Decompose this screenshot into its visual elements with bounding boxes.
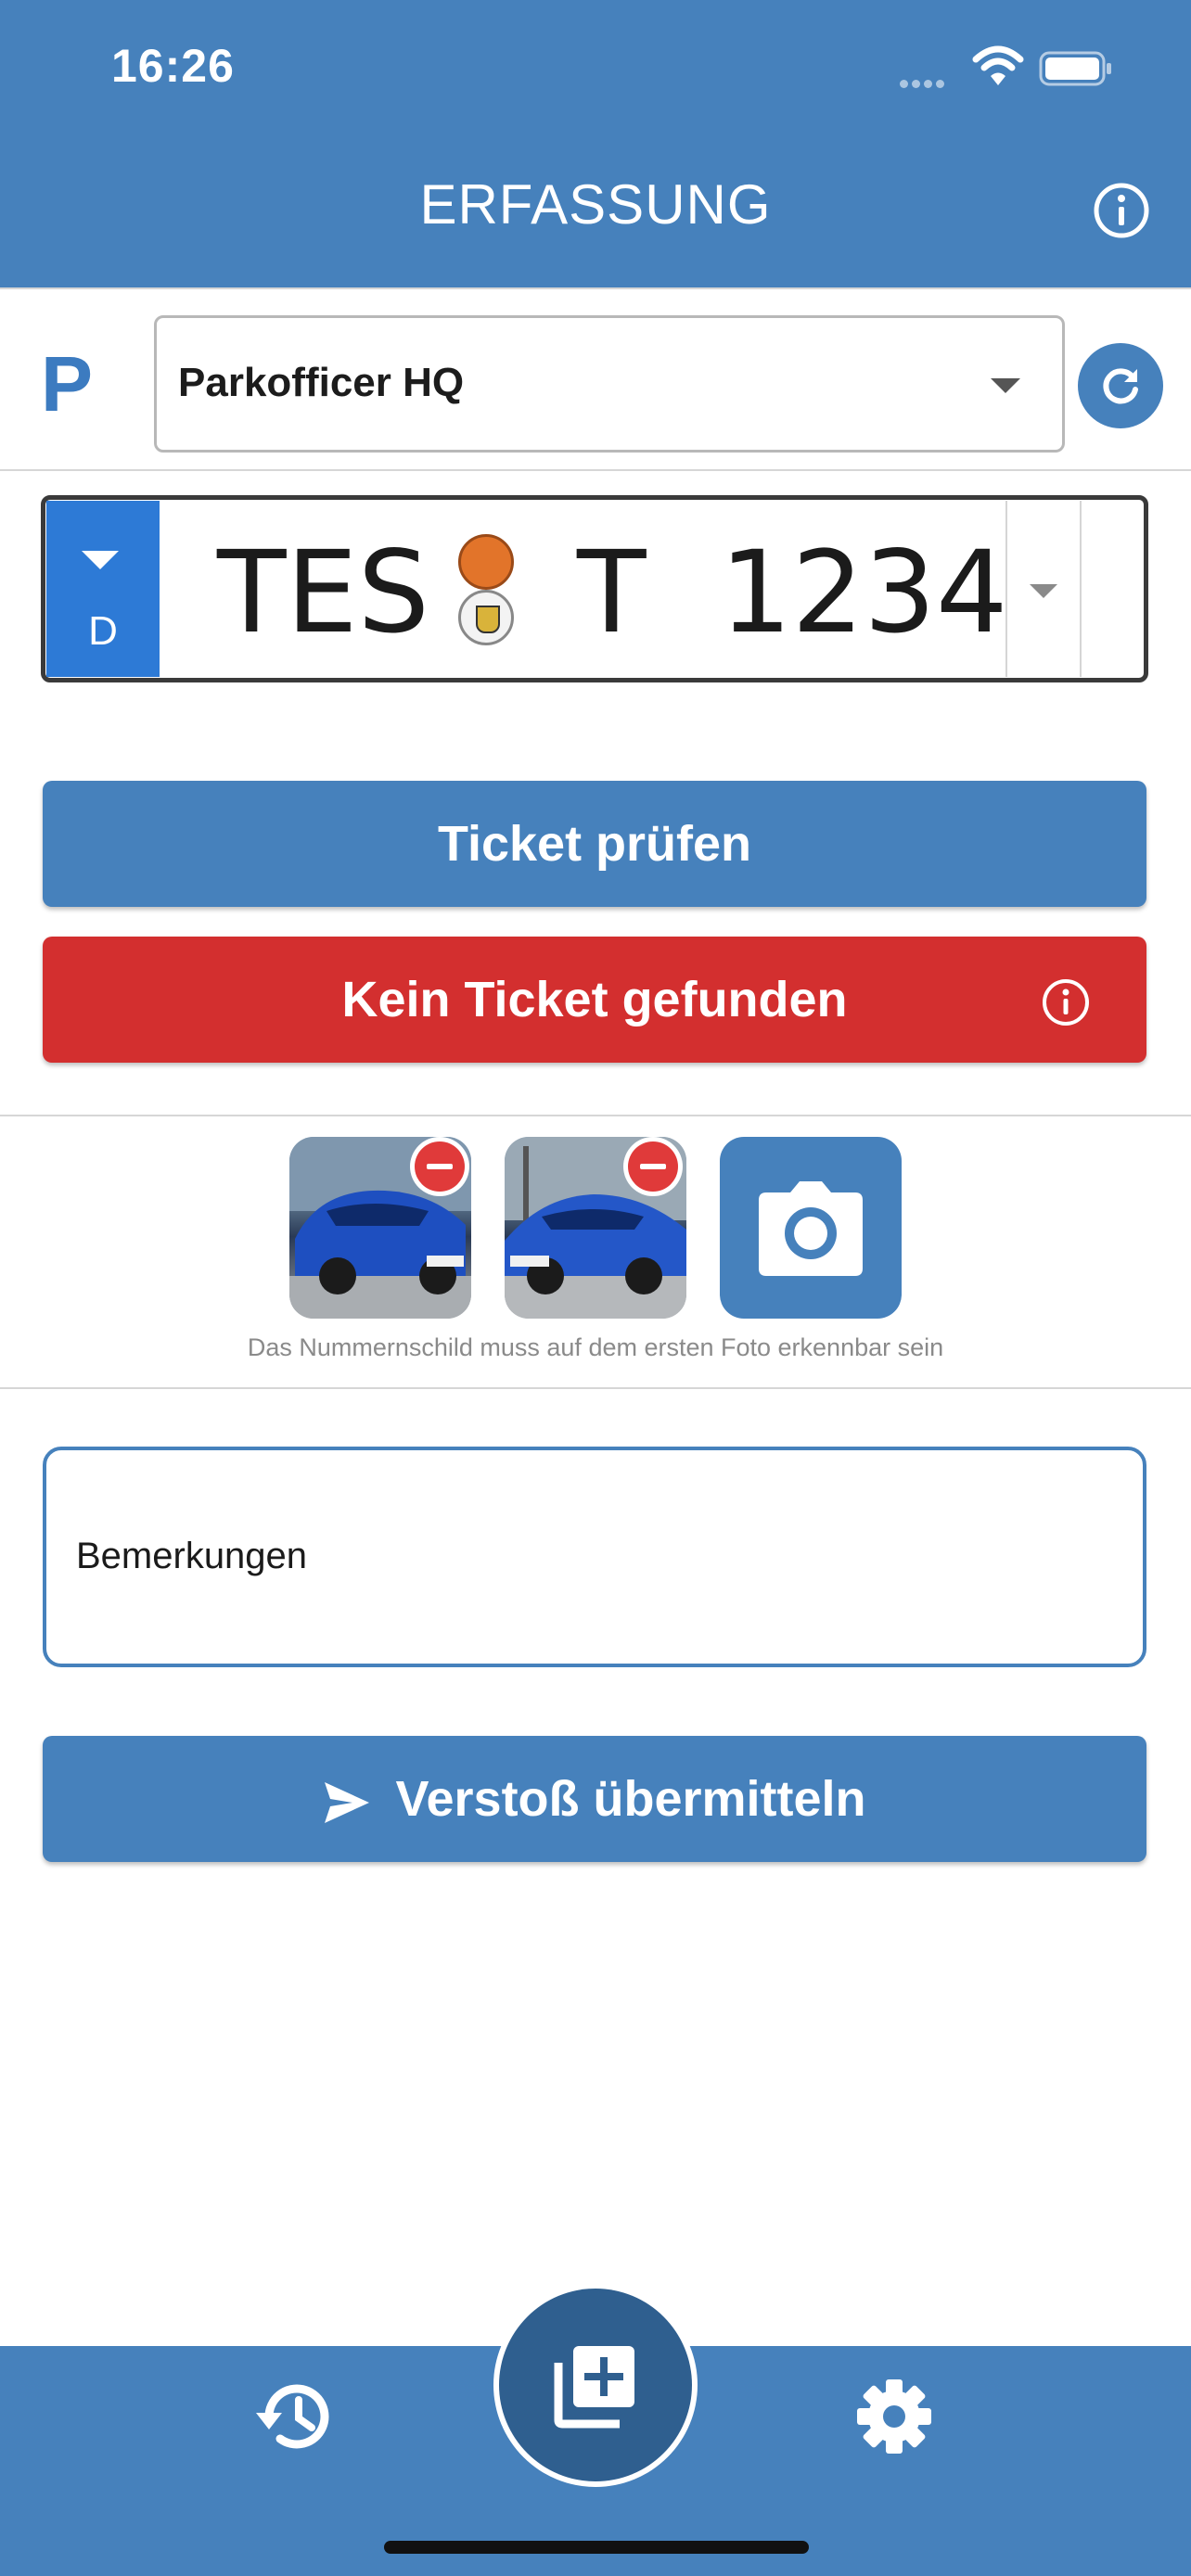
plate-letters[interactable]: T <box>577 527 647 658</box>
camera-icon <box>759 1181 863 1276</box>
remove-photo-icon[interactable] <box>410 1137 469 1196</box>
plate-country-code[interactable]: D <box>46 608 160 655</box>
status-time: 16:26 <box>111 40 235 92</box>
photo-hint: Das Nummernschild muss auf dem ersten Fo… <box>247 1333 944 1361</box>
ticket-status-button[interactable]: Kein Ticket gefunden <box>43 937 1146 1063</box>
history-icon[interactable] <box>252 2374 338 2459</box>
check-ticket-button[interactable]: Ticket prüfen <box>43 781 1146 907</box>
refresh-icon <box>1103 368 1138 404</box>
add-photo-button[interactable] <box>720 1137 902 1319</box>
home-indicator <box>384 2541 809 2554</box>
new-capture-button[interactable] <box>499 2289 692 2481</box>
parking-logo: P <box>41 340 94 427</box>
inspection-sticker-icon <box>458 534 514 590</box>
plate-district[interactable]: TES <box>217 527 429 658</box>
info-icon[interactable] <box>1039 976 1093 1029</box>
divider <box>0 287 1191 289</box>
wifi-icon <box>972 45 1024 87</box>
chevron-down-icon[interactable] <box>82 551 119 569</box>
send-icon[interactable] <box>321 1777 373 1829</box>
state-seal-icon <box>458 590 514 645</box>
chevron-down-icon[interactable] <box>991 378 1020 393</box>
location-select-value[interactable]: Parkofficer HQ <box>178 360 464 406</box>
info-icon[interactable] <box>1093 182 1150 239</box>
page-title: ERFASSUNG <box>419 173 772 236</box>
plate-number[interactable]: 1234 <box>720 527 1007 658</box>
refresh-button[interactable] <box>1078 343 1163 428</box>
submit-violation-button[interactable]: Verstoß übermitteln <box>43 1736 1146 1862</box>
battery-icon <box>1039 51 1113 86</box>
remove-photo-icon[interactable] <box>623 1137 683 1196</box>
divider <box>0 1115 1191 1116</box>
remarks-placeholder[interactable]: Bemerkungen <box>76 1536 307 1577</box>
cellular-signal-icon <box>900 76 955 88</box>
add-stack-icon <box>554 2346 634 2429</box>
settings-icon[interactable] <box>852 2374 937 2459</box>
divider <box>0 1387 1191 1389</box>
chevron-down-icon[interactable] <box>1030 584 1057 598</box>
divider <box>0 469 1191 471</box>
